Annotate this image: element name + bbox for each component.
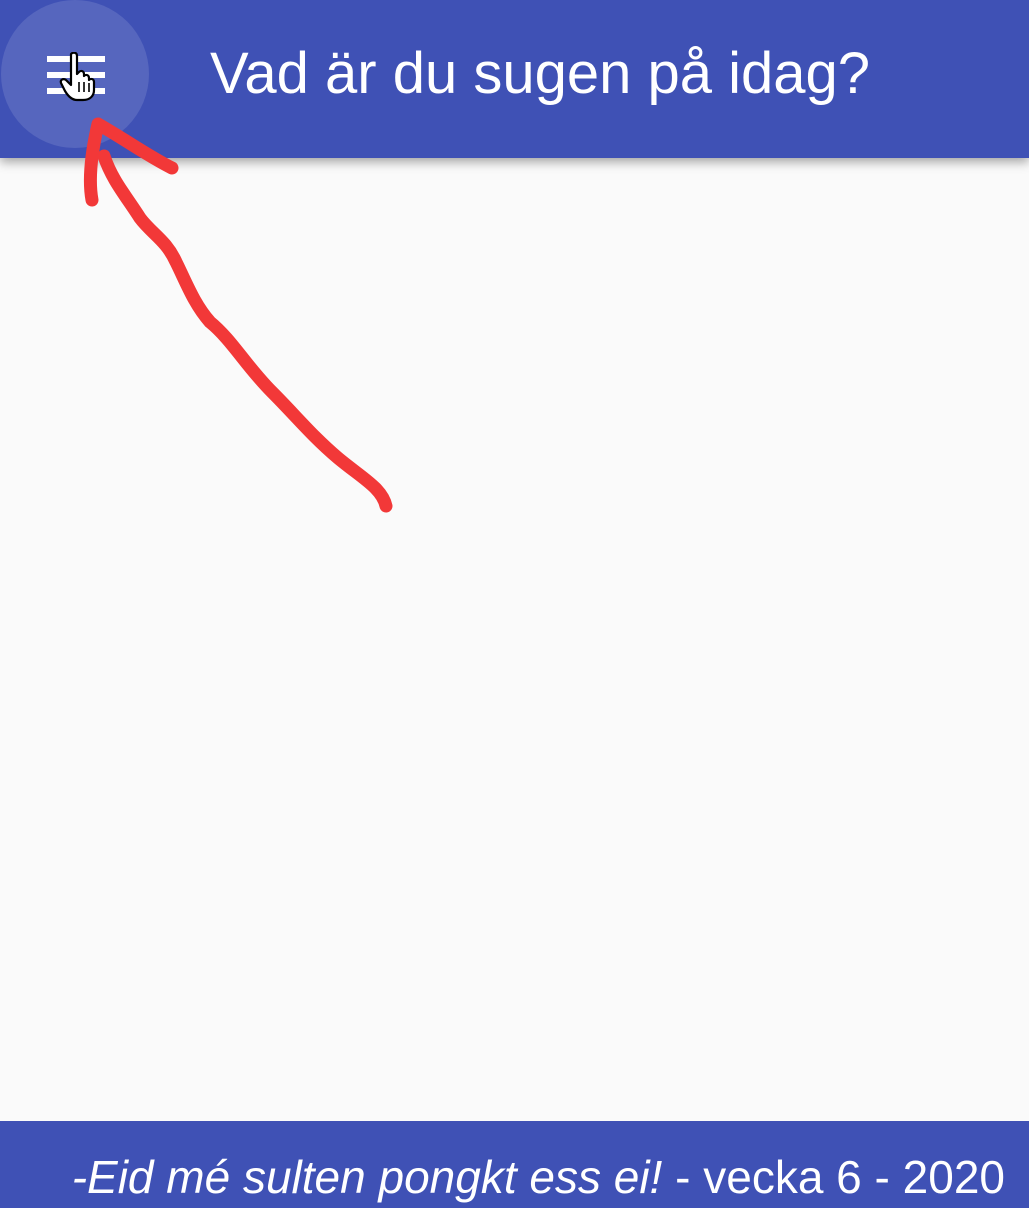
footer-text: -Eid mé sulten pongkt ess ei! - vecka 6 … [72,1147,1005,1207]
footer-week: vecka 6 [703,1151,862,1203]
main-content [0,158,1029,1121]
footer-separator: - [662,1151,704,1203]
app-bar: Vad är du sugen på idag? [0,0,1029,158]
menu-button[interactable] [1,0,149,148]
footer: -Eid mé sulten pongkt ess ei! - vecka 6 … [0,1121,1029,1208]
hand-pointer-icon [59,52,96,102]
footer-year: 2020 [902,1151,1005,1203]
footer-separator: - [861,1151,903,1203]
app-root: Vad är du sugen på idag? -Eid mé sulten … [0,0,1029,1208]
page-title: Vad är du sugen på idag? [210,41,871,106]
footer-motto: -Eid mé sulten pongkt ess ei! [71,1151,663,1203]
